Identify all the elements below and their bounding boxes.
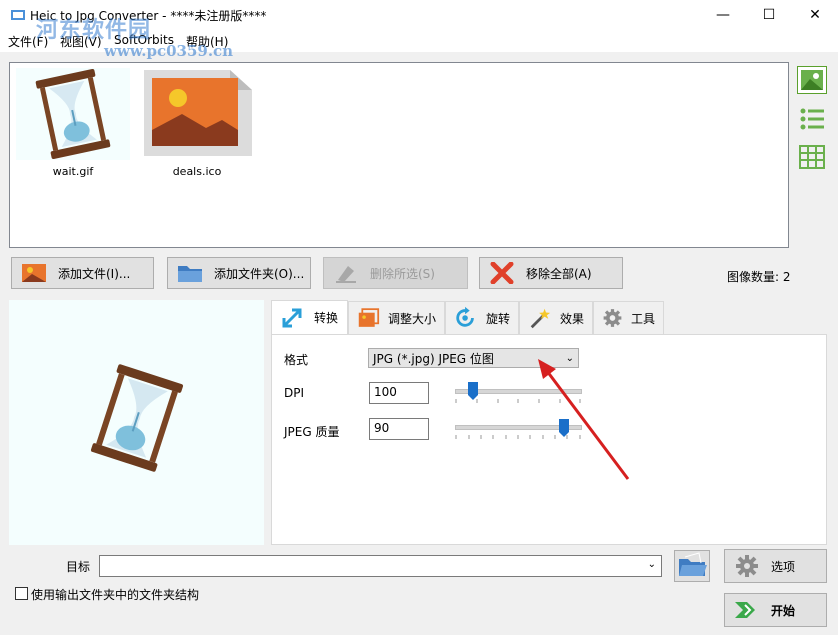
delete-selected-button[interactable]: 删除所选(S) — [323, 257, 468, 289]
file-name: wait.gif — [52, 165, 94, 178]
add-file-label: 添加文件(I)... — [58, 266, 131, 281]
remove-all-button[interactable]: 移除全部(A) — [479, 257, 623, 289]
folder-structure-label: 使用输出文件夹中的文件夹结构 — [31, 588, 200, 602]
remove-x-icon — [490, 262, 514, 284]
close-button[interactable]: ✕ — [792, 0, 838, 30]
file-name: deals.ico — [172, 165, 222, 178]
folder-open-icon — [679, 552, 707, 576]
browse-folder-button[interactable] — [674, 550, 710, 582]
add-folder-button[interactable]: 添加文件夹(O)... — [167, 257, 311, 289]
add-file-button[interactable]: 添加文件(I)... — [11, 257, 154, 289]
tab-rotate[interactable]: 旋转 — [445, 301, 519, 334]
app-icon — [11, 10, 25, 20]
add-image-icon — [22, 264, 46, 282]
tab-label: 旋转 — [485, 311, 510, 326]
tab-resize[interactable]: 调整大小 — [348, 301, 445, 334]
eraser-icon — [336, 266, 356, 283]
tab-tools[interactable]: 工具 — [593, 301, 664, 334]
resize-icon — [358, 308, 380, 327]
remove-all-label: 移除全部(A) — [526, 266, 592, 281]
dpi-input[interactable]: 100 — [369, 382, 429, 404]
convert-arrows-icon — [282, 308, 302, 327]
dpi-label: DPI — [284, 386, 305, 400]
tab-label: 工具 — [630, 311, 655, 326]
watermark-url: www.pc0359.cn — [104, 42, 234, 60]
quality-input[interactable]: 90 — [369, 418, 429, 440]
rotate-icon — [456, 306, 474, 327]
format-label: 格式 — [284, 353, 309, 367]
annotation-arrow — [538, 359, 630, 480]
tab-convert[interactable]: 转换 — [271, 300, 348, 334]
options-label: 选项 — [771, 559, 796, 574]
tab-label: 效果 — [559, 311, 584, 326]
table-view-icon[interactable] — [798, 144, 826, 170]
start-button[interactable]: 开始 — [724, 593, 827, 627]
format-value: JPG (*.jpg) JPEG 位图 — [373, 351, 494, 366]
chevron-down-icon: ⌄ — [647, 559, 656, 570]
file-item-thumbnail[interactable] — [144, 70, 252, 156]
minimize-button[interactable]: — — [700, 0, 746, 30]
start-label: 开始 — [771, 603, 796, 618]
hourglass-icon — [90, 364, 184, 472]
folder-structure-checkbox[interactable] — [15, 587, 28, 600]
image-count: 图像数量: 2 — [727, 270, 791, 284]
target-folder-select[interactable]: ⌄ — [99, 555, 662, 577]
gear-icon — [736, 555, 758, 577]
folder-icon — [178, 266, 202, 282]
thumbnail-view-icon[interactable] — [797, 66, 827, 94]
delete-selected-label: 删除所选(S) — [370, 266, 435, 281]
options-button[interactable]: 选项 — [724, 549, 827, 583]
tab-label: 调整大小 — [387, 311, 436, 326]
hourglass-icon — [35, 69, 111, 159]
target-label: 目标 — [66, 560, 91, 574]
watermark-text: 河东软件园 — [36, 17, 152, 43]
tab-effects[interactable]: 效果 — [519, 301, 593, 334]
list-view-icon[interactable] — [798, 106, 826, 132]
add-folder-label: 添加文件夹(O)... — [214, 266, 305, 281]
magic-wand-icon — [530, 308, 551, 329]
quality-label: JPEG 质量 — [284, 425, 340, 439]
maximize-button[interactable]: ☐ — [746, 0, 792, 30]
gear-icon — [603, 309, 622, 327]
preview-panel — [9, 300, 264, 545]
start-arrow-icon — [735, 602, 755, 618]
tab-label: 转换 — [314, 311, 339, 325]
file-item-thumbnail[interactable] — [16, 68, 130, 160]
image-file-icon — [144, 70, 252, 156]
dpi-slider-thumb[interactable] — [468, 382, 478, 400]
